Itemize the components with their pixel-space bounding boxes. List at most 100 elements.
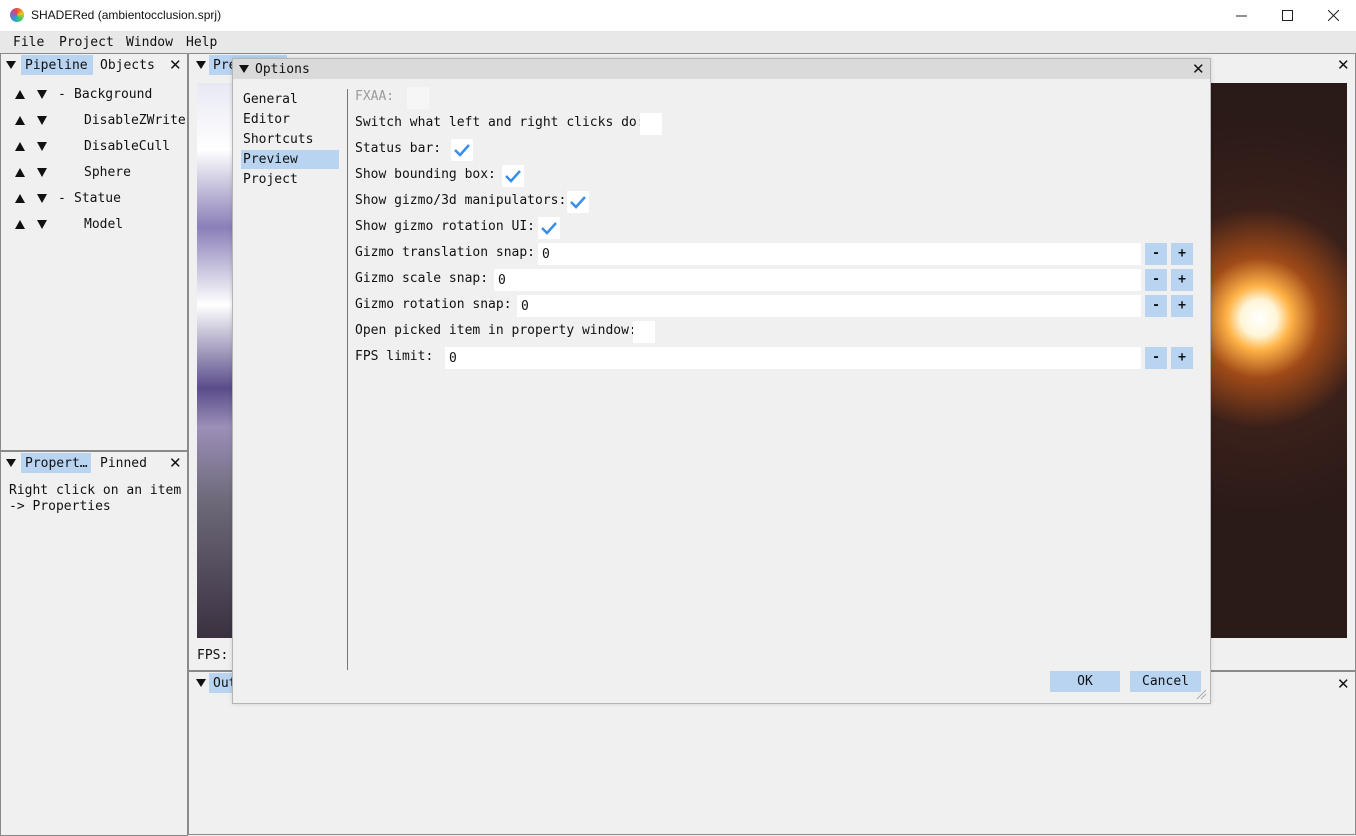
- move-down-icon[interactable]: [37, 142, 47, 151]
- fps-limit-increment[interactable]: +: [1171, 347, 1193, 369]
- move-up-icon[interactable]: [15, 194, 25, 203]
- resize-grip-icon[interactable]: [1195, 688, 1207, 700]
- fps-limit-decrement[interactable]: -: [1145, 347, 1167, 369]
- move-down-icon[interactable]: [37, 90, 47, 99]
- close-dialog-icon[interactable]: ✕: [1192, 62, 1205, 77]
- pipeline-object-item[interactable]: Model: [84, 217, 123, 232]
- move-up-icon[interactable]: [15, 220, 25, 229]
- close-panel-icon[interactable]: ✕: [169, 456, 182, 471]
- nav-project[interactable]: Project: [241, 170, 339, 189]
- collapse-icon[interactable]: [196, 61, 206, 69]
- translation-snap-decrement[interactable]: -: [1145, 243, 1167, 265]
- move-down-icon[interactable]: [37, 116, 47, 125]
- collapse-icon[interactable]: [239, 65, 249, 73]
- gizmo-rotation-ui-checkbox[interactable]: [538, 217, 560, 239]
- nav-shortcuts[interactable]: Shortcuts: [241, 130, 339, 149]
- translation-snap-input[interactable]: 0: [538, 243, 1141, 265]
- collapse-icon[interactable]: [6, 459, 16, 467]
- rotation-snap-label: Gizmo rotation snap:: [355, 297, 512, 312]
- status-bar-checkbox[interactable]: [451, 139, 473, 161]
- fxaa-label: FXAA:: [355, 89, 395, 104]
- scale-snap-decrement[interactable]: -: [1145, 269, 1167, 291]
- pipeline-pass-item[interactable]: Background: [74, 87, 152, 102]
- bounding-box-label: Show bounding box:: [355, 167, 496, 182]
- rotation-snap-decrement[interactable]: -: [1145, 295, 1167, 317]
- tab-pinned[interactable]: Pinned: [100, 456, 147, 471]
- switch-clicks-checkbox[interactable]: [640, 113, 662, 135]
- close-panel-icon[interactable]: ✕: [1337, 58, 1350, 73]
- pipeline-tabbar: Pipeline Objects ✕: [1, 54, 187, 75]
- move-up-icon[interactable]: [15, 90, 25, 99]
- open-picked-label: Open picked item in property window:: [355, 323, 637, 338]
- checkmark-icon: [541, 222, 557, 235]
- menu-window[interactable]: Window: [126, 35, 173, 50]
- tab-properties[interactable]: Propert…: [21, 453, 91, 473]
- nav-general[interactable]: General: [241, 90, 339, 109]
- move-down-icon[interactable]: [37, 220, 47, 229]
- collapse-icon[interactable]: [6, 61, 16, 69]
- fps-label: FPS:: [197, 648, 229, 663]
- close-icon: [1327, 10, 1339, 21]
- collapse-toggle[interactable]: -: [58, 191, 66, 206]
- tab-pipeline[interactable]: Pipeline: [21, 55, 93, 75]
- open-picked-checkbox[interactable]: [633, 321, 655, 343]
- options-title-bar: Options ✕: [233, 59, 1210, 79]
- move-up-icon[interactable]: [15, 168, 25, 177]
- rotation-snap-value: 0: [521, 299, 529, 314]
- ok-button[interactable]: OK: [1050, 671, 1120, 692]
- rotation-snap-input[interactable]: 0: [517, 295, 1141, 317]
- options-title: Options: [255, 62, 310, 77]
- properties-panel: Propert… Pinned ✕ Right click on an item…: [0, 451, 188, 836]
- nav-editor[interactable]: Editor: [241, 110, 339, 129]
- menu-bar: File Project Window Help: [0, 32, 1356, 53]
- checkmark-icon: [454, 144, 470, 157]
- switch-clicks-label: Switch what left and right clicks do:: [355, 115, 645, 130]
- menu-file[interactable]: File: [13, 35, 44, 50]
- pipeline-pass-item[interactable]: Statue: [74, 191, 121, 206]
- properties-hint-line1: Right click on an item: [9, 483, 182, 498]
- cancel-button[interactable]: Cancel: [1130, 671, 1201, 692]
- move-down-icon[interactable]: [37, 194, 47, 203]
- minimize-icon: [1235, 15, 1247, 17]
- maximize-button[interactable]: [1264, 0, 1310, 31]
- move-up-icon[interactable]: [15, 142, 25, 151]
- pipeline-object-item[interactable]: Sphere: [84, 165, 131, 180]
- maximize-icon: [1281, 10, 1293, 21]
- close-panel-icon[interactable]: ✕: [169, 58, 182, 73]
- title-bar: SHADERed (ambientocclusion.sprj): [0, 0, 1356, 32]
- tab-pipeline-label: Pipeline: [25, 58, 88, 73]
- gizmo-manipulators-checkbox[interactable]: [567, 191, 589, 213]
- tab-objects[interactable]: Objects: [100, 58, 155, 73]
- fxaa-checkbox: [407, 87, 429, 109]
- checkmark-icon: [570, 196, 586, 209]
- close-panel-icon[interactable]: ✕: [1337, 677, 1350, 692]
- move-down-icon[interactable]: [37, 168, 47, 177]
- menu-help[interactable]: Help: [186, 35, 217, 50]
- app-logo-icon: [10, 8, 24, 22]
- collapse-toggle[interactable]: -: [58, 87, 66, 102]
- scale-snap-input[interactable]: 0: [494, 269, 1141, 291]
- window-title: SHADERed (ambientocclusion.sprj): [31, 8, 222, 22]
- nav-divider: [347, 89, 348, 670]
- status-bar-label: Status bar:: [355, 141, 442, 156]
- fps-limit-label: FPS limit:: [355, 349, 434, 364]
- collapse-icon[interactable]: [196, 679, 206, 687]
- bounding-box-checkbox[interactable]: [502, 165, 524, 187]
- pipeline-object-item[interactable]: DisableZWrite: [84, 113, 186, 128]
- translation-snap-increment[interactable]: +: [1171, 243, 1193, 265]
- close-window-button[interactable]: [1310, 0, 1356, 31]
- fps-limit-input[interactable]: 0: [445, 347, 1141, 369]
- minimize-button[interactable]: [1218, 0, 1264, 31]
- checkmark-icon: [505, 170, 521, 183]
- scale-snap-increment[interactable]: +: [1171, 269, 1193, 291]
- move-up-icon[interactable]: [15, 116, 25, 125]
- tab-properties-label: Propert…: [25, 456, 88, 471]
- menu-project[interactable]: Project: [59, 35, 114, 50]
- options-dialog: Options ✕ General Editor Shortcuts Previ…: [232, 58, 1211, 704]
- rotation-snap-increment[interactable]: +: [1171, 295, 1193, 317]
- nav-preview[interactable]: Preview: [241, 150, 339, 169]
- pipeline-panel: Pipeline Objects ✕ - Background DisableZWr…: [0, 53, 188, 451]
- gizmo-rotation-ui-label: Show gizmo rotation UI:: [355, 219, 536, 234]
- pipeline-object-item[interactable]: DisableCull: [84, 139, 170, 154]
- scale-snap-value: 0: [498, 273, 506, 288]
